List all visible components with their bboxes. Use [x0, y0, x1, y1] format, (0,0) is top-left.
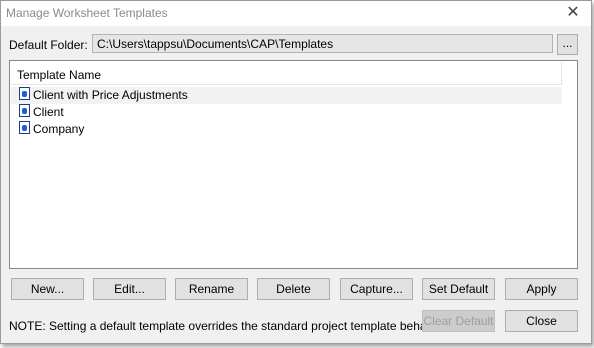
default-template-note: NOTE: Setting a default template overrid…	[9, 319, 446, 333]
list-item-label: Company	[33, 121, 85, 136]
default-folder-field[interactable]: C:\Users\tappsu\Documents\CAP\Templates	[92, 34, 553, 53]
list-item-label: Client	[33, 104, 64, 119]
template-file-icon	[19, 104, 30, 117]
manage-worksheet-templates-dialog: Manage Worksheet Templates ✕ Default Fol…	[0, 0, 592, 344]
list-item-label: Client with Price Adjustments	[33, 87, 188, 102]
list-item[interactable]: Company	[11, 121, 562, 138]
default-folder-label: Default Folder:	[9, 38, 88, 52]
close-icon[interactable]: ✕	[563, 3, 583, 23]
apply-button[interactable]: Apply	[505, 278, 578, 300]
clear-default-button[interactable]: Clear Default	[422, 310, 495, 332]
new-button[interactable]: New...	[11, 278, 84, 300]
delete-button[interactable]: Delete	[257, 278, 330, 300]
rename-button[interactable]: Rename	[175, 278, 248, 300]
dialog-title: Manage Worksheet Templates	[6, 6, 168, 20]
set-default-button[interactable]: Set Default	[422, 278, 495, 300]
template-name-column-header[interactable]: Template Name	[11, 62, 562, 85]
list-item[interactable]: Client with Price Adjustments	[11, 87, 562, 104]
close-button[interactable]: Close	[505, 310, 578, 332]
template-file-icon	[19, 87, 30, 100]
list-item[interactable]: Client	[11, 104, 562, 121]
template-file-icon	[19, 121, 30, 134]
capture-button[interactable]: Capture...	[340, 278, 413, 300]
template-list[interactable]: Template Name Client with Price Adjustme…	[9, 60, 578, 269]
browse-folder-button[interactable]: ...	[557, 34, 578, 55]
title-bar: Manage Worksheet Templates ✕	[1, 1, 591, 26]
edit-button[interactable]: Edit...	[93, 278, 166, 300]
